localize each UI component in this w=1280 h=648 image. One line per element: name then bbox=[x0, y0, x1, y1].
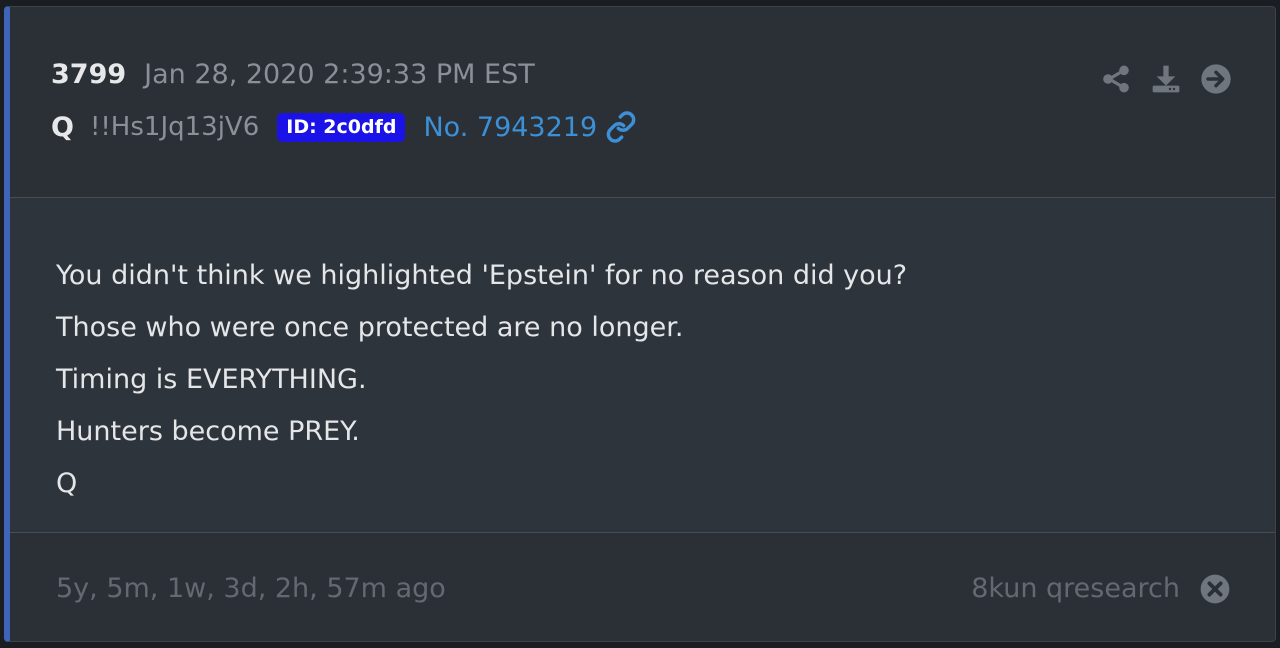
post-line: Timing is EVERYTHING. bbox=[56, 364, 367, 395]
post-header: 3799 Jan 28, 2020 2:39:33 PM EST Q !!Hs1… bbox=[10, 7, 1275, 198]
post-date: Jan 28, 2020 2:39:33 PM EST bbox=[144, 59, 535, 90]
post-body: You didn't think we highlighted 'Epstein… bbox=[10, 198, 1275, 533]
post-text: You didn't think we highlighted 'Epstein… bbox=[56, 250, 907, 510]
tripcode: !!Hs1Jq13jV6 bbox=[89, 112, 260, 142]
source-info: 8kun qresearch bbox=[971, 573, 1230, 604]
post-line: Those who were once protected are no lon… bbox=[56, 312, 684, 343]
share-icon[interactable] bbox=[1100, 63, 1132, 95]
source-label: 8kun qresearch bbox=[971, 573, 1180, 604]
post-line: You didn't think we highlighted 'Epstein… bbox=[56, 260, 908, 291]
post-meta-row: 3799 Jan 28, 2020 2:39:33 PM EST bbox=[51, 59, 535, 90]
post-number-link[interactable]: No. 7943219 bbox=[423, 112, 597, 143]
post-footer: 5y, 5m, 1w, 3d, 2h, 57m ago 8kun qresear… bbox=[10, 533, 1275, 641]
post-card: 3799 Jan 28, 2020 2:39:33 PM EST Q !!Hs1… bbox=[4, 6, 1276, 642]
arrow-right-circle-icon[interactable] bbox=[1200, 63, 1232, 95]
relative-time: 5y, 5m, 1w, 3d, 2h, 57m ago bbox=[56, 573, 446, 604]
post-actions bbox=[1100, 63, 1232, 95]
post-number: 3799 bbox=[51, 59, 127, 90]
link-icon[interactable] bbox=[605, 111, 637, 143]
id-badge: ID: 2c0dfd bbox=[277, 112, 406, 142]
close-icon[interactable] bbox=[1200, 574, 1230, 604]
author-name: Q bbox=[51, 111, 74, 143]
post-line: Hunters become PREY. bbox=[56, 416, 360, 447]
post-line: Q bbox=[56, 468, 78, 499]
post-author-row: Q !!Hs1Jq13jV6 ID: 2c0dfd No. 7943219 bbox=[51, 111, 637, 143]
download-icon[interactable] bbox=[1150, 63, 1182, 95]
